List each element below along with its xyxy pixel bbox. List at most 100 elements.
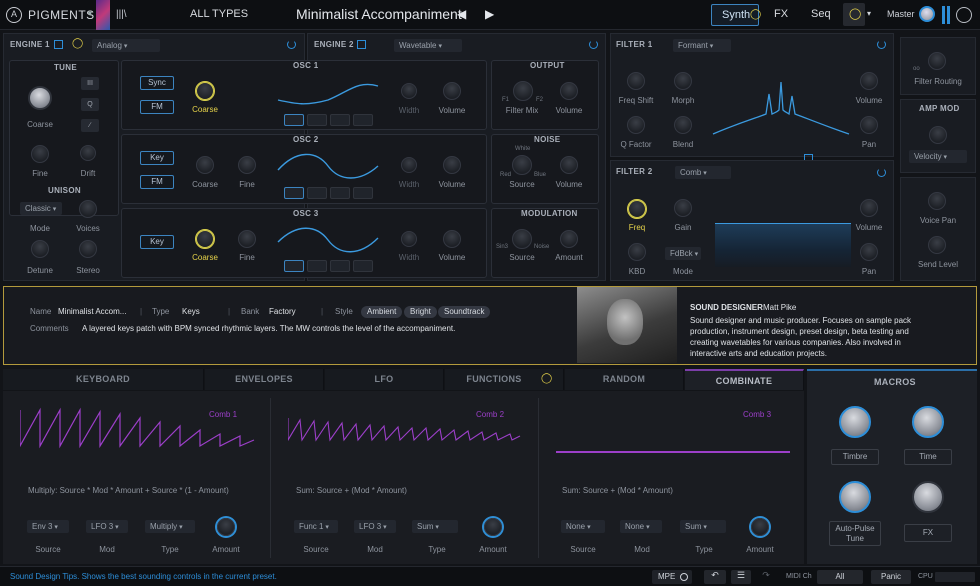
copy-icon[interactable] xyxy=(54,40,63,49)
osc1-width-knob[interactable] xyxy=(401,83,417,99)
stereo-knob[interactable] xyxy=(79,240,97,258)
style-tag[interactable]: Bright xyxy=(404,306,437,318)
edit-icon[interactable]: ∕ xyxy=(81,119,99,132)
fm-button[interactable]: FM xyxy=(140,175,174,189)
fine-knob[interactable] xyxy=(31,145,49,163)
comb3-source-dropdown[interactable]: None xyxy=(561,520,605,533)
mode-dropdown[interactable]: FdBck xyxy=(665,247,701,260)
comb2-type-dropdown[interactable]: Sum xyxy=(412,520,458,533)
settings-icon[interactable] xyxy=(956,7,972,23)
drift-knob[interactable] xyxy=(80,145,96,161)
osc3-wave-square-button[interactable] xyxy=(353,260,373,272)
chevron-down-icon[interactable]: ▾ xyxy=(88,9,92,18)
filter2-title[interactable]: FILTER 2 xyxy=(616,167,652,176)
tab-seq[interactable]: Seq xyxy=(811,8,831,20)
osc3-wave-sine-button[interactable] xyxy=(284,260,304,272)
mod-source-knob[interactable] xyxy=(512,229,532,249)
wave-button[interactable]: Q xyxy=(81,98,99,111)
comments-text[interactable]: A layered keys patch with BPM synced rhy… xyxy=(82,324,455,333)
fm-button[interactable]: FM xyxy=(140,100,174,114)
filter1-volume-knob[interactable] xyxy=(860,72,878,90)
tab-random[interactable]: RANDOM xyxy=(565,369,684,390)
wave-button[interactable]: III xyxy=(81,77,99,90)
osc2-fine-knob[interactable] xyxy=(238,156,256,174)
filter1-title[interactable]: FILTER 1 xyxy=(616,40,652,49)
noise-volume-knob[interactable] xyxy=(560,156,578,174)
macro-time-knob[interactable] xyxy=(912,406,944,438)
noise-source-knob[interactable] xyxy=(512,155,532,175)
macro-auto-pulse-label[interactable]: Auto-Pulse Tune xyxy=(829,521,881,546)
engine2-type-dropdown[interactable]: Wavetable xyxy=(394,39,462,52)
tab-combinate[interactable]: COMBINATE xyxy=(685,369,804,390)
tab-lfo[interactable]: LFO xyxy=(325,369,444,390)
comb3-amount-knob[interactable] xyxy=(751,518,769,536)
comb1-type-dropdown[interactable]: Multiply xyxy=(145,520,195,533)
osc1-wave-square-button[interactable] xyxy=(353,114,373,126)
power-icon[interactable] xyxy=(877,168,886,177)
macro-fx-label[interactable]: FX xyxy=(904,524,952,542)
panic-button[interactable]: Panic xyxy=(871,570,911,584)
osc3-coarse-knob[interactable] xyxy=(195,229,215,249)
filter2-volume-knob[interactable] xyxy=(860,199,878,217)
lightbulb-icon[interactable]: ◯ xyxy=(72,38,83,49)
previous-preset-icon[interactable]: ◀ xyxy=(457,7,466,21)
power-icon[interactable] xyxy=(877,40,886,49)
comb1-mod-dropdown[interactable]: LFO 3 xyxy=(86,520,128,533)
osc3-wave-tri-button[interactable] xyxy=(307,260,327,272)
sound-tips-button[interactable]: ◯ xyxy=(843,3,865,26)
library-button[interactable]: |||\ xyxy=(116,9,127,20)
comb2-source-dropdown[interactable]: Func 1 xyxy=(294,520,338,533)
macro-timbre-knob[interactable] xyxy=(839,406,871,438)
power-icon[interactable] xyxy=(287,40,296,49)
filter2-pan-knob[interactable] xyxy=(860,243,878,261)
q-factor-knob[interactable] xyxy=(627,116,645,134)
osc2-wave-sine-button[interactable] xyxy=(284,187,304,199)
style-tag[interactable]: Soundtrack xyxy=(438,306,491,318)
tab-envelopes[interactable]: ENVELOPES xyxy=(205,369,324,390)
osc3-wave-saw-button[interactable] xyxy=(330,260,350,272)
send-level-knob[interactable] xyxy=(928,236,946,254)
filter-routing-knob[interactable] xyxy=(928,52,946,70)
osc1-wave-sine-button[interactable] xyxy=(284,114,304,126)
key-button[interactable]: Key xyxy=(140,235,174,249)
power-icon[interactable] xyxy=(589,40,598,49)
comb2-mod-dropdown[interactable]: LFO 3 xyxy=(354,520,396,533)
undo-icon[interactable]: ↶ xyxy=(704,570,726,584)
detune-knob[interactable] xyxy=(31,240,49,258)
output-volume-knob[interactable] xyxy=(560,82,578,100)
comb1-source-dropdown[interactable]: Env 3 xyxy=(27,520,69,533)
osc3-fine-knob[interactable] xyxy=(238,230,256,248)
osc2-wave-square-button[interactable] xyxy=(353,187,373,199)
next-preset-icon[interactable]: ▶ xyxy=(485,7,494,21)
amp-mod-knob[interactable] xyxy=(929,126,947,144)
engine1-type-dropdown[interactable]: Analog xyxy=(92,39,160,52)
morph-knob[interactable] xyxy=(674,72,692,90)
voices-knob[interactable] xyxy=(79,200,97,218)
osc1-wave-saw-button[interactable] xyxy=(330,114,350,126)
comb3-mod-dropdown[interactable]: None xyxy=(620,520,662,533)
filter-mix-knob[interactable] xyxy=(513,81,533,101)
style-tag[interactable]: Ambient xyxy=(361,306,403,318)
unison-mode-dropdown[interactable]: Classic xyxy=(20,202,62,215)
macro-timbre-label[interactable]: Timbre xyxy=(831,449,879,465)
mpe-button[interactable]: MPE xyxy=(652,570,692,584)
key-button[interactable]: Key xyxy=(140,151,174,165)
freq-knob[interactable] xyxy=(627,199,647,219)
filter1-pan-knob[interactable] xyxy=(860,116,878,134)
freq-shift-knob[interactable] xyxy=(627,72,645,90)
all-types-filter[interactable]: ALL TYPES xyxy=(190,8,248,20)
comb3-type-dropdown[interactable]: Sum xyxy=(680,520,726,533)
comb1-amount-knob[interactable] xyxy=(217,518,235,536)
tab-keyboard[interactable]: KEYBOARD xyxy=(3,369,204,390)
gain-knob[interactable] xyxy=(674,199,692,217)
kbd-knob[interactable] xyxy=(628,243,646,261)
name-value[interactable]: Minimalist Accom... xyxy=(58,307,126,316)
filter2-type-dropdown[interactable]: Comb xyxy=(675,166,731,179)
sync-button[interactable]: Sync xyxy=(140,76,174,90)
macro-auto-pulse-knob[interactable] xyxy=(839,481,871,513)
engine2-title[interactable]: ENGINE 2 xyxy=(314,40,354,49)
osc2-wave-tri-button[interactable] xyxy=(307,187,327,199)
midi-channel-select[interactable]: All xyxy=(817,570,863,584)
osc1-wave-tri-button[interactable] xyxy=(307,114,327,126)
osc1-coarse-knob[interactable] xyxy=(195,81,215,101)
